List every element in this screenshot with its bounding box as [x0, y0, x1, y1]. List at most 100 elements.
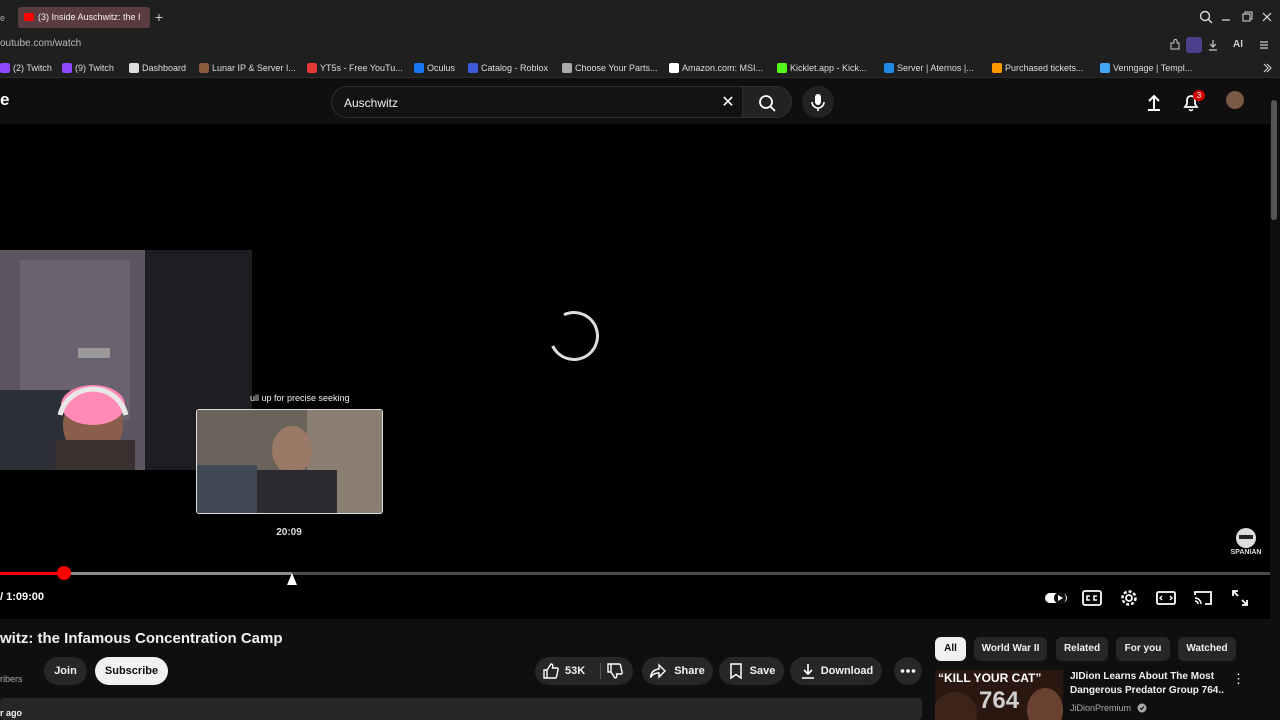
dashboard-icon: [129, 63, 139, 73]
cast-icon[interactable]: [1192, 587, 1214, 609]
description-box[interactable]: [0, 698, 922, 720]
bookmark-item[interactable]: (2) Twitch: [0, 61, 52, 75]
downloads-icon[interactable]: [1205, 37, 1221, 53]
thumbs-up-icon: [543, 663, 559, 679]
search-input[interactable]: [344, 94, 704, 112]
more-actions-button[interactable]: [894, 657, 922, 685]
captions-icon[interactable]: [1081, 587, 1103, 609]
subscriber-count: ribers: [0, 674, 23, 684]
video-player[interactable]: ull up for precise seeking 20:09 SPANIAN…: [0, 124, 1270, 619]
active-tab[interactable]: (3) Inside Auschwitz: the I: [18, 7, 150, 28]
save-button[interactable]: Save: [719, 657, 784, 685]
url-text[interactable]: outube.com/watch: [0, 38, 81, 49]
venngage-icon: [1100, 63, 1110, 73]
bookmark-item[interactable]: Purchased tickets...: [992, 61, 1084, 75]
preview-timestamp: 20:09: [276, 527, 302, 538]
download-label: Download: [820, 665, 874, 677]
subscribe-button[interactable]: Subscribe: [95, 657, 168, 685]
share-button[interactable]: Share: [642, 657, 713, 685]
like-divider: [600, 663, 601, 679]
dislike-button[interactable]: [606, 662, 624, 680]
settings-gear-icon[interactable]: [1118, 587, 1140, 609]
bookmark-item[interactable]: Kicklet.app - Kick...: [777, 61, 867, 75]
ai-label: AI: [1233, 39, 1243, 50]
voice-search-button[interactable]: [802, 86, 834, 118]
roblox-icon: [468, 63, 478, 73]
recommendation-menu-icon[interactable]: ⋮: [1232, 671, 1245, 687]
bookmark-item[interactable]: Dashboard: [129, 61, 186, 75]
chip-related[interactable]: Related: [1056, 637, 1108, 661]
chip-all[interactable]: All: [935, 637, 966, 661]
chip-for-you[interactable]: For you: [1116, 637, 1170, 661]
fullscreen-icon[interactable]: [1229, 587, 1251, 609]
amazon-icon: [669, 63, 679, 73]
tab-fragment[interactable]: e: [0, 8, 14, 28]
minimize-icon[interactable]: [1218, 9, 1234, 25]
watermark-face-icon: [1236, 528, 1256, 548]
upload-time: r ago: [0, 708, 23, 718]
bookmark-item[interactable]: Server | Aternos |...: [884, 61, 974, 75]
search-button[interactable]: [742, 86, 792, 118]
recommendation-title[interactable]: JIDion Learns About The Most Dangerous P…: [1070, 670, 1230, 698]
tickets-icon: [992, 63, 1002, 73]
bookmark-item[interactable]: Amazon.com: MSI...: [669, 61, 763, 75]
watermark-label: SPANIAN: [1230, 549, 1262, 556]
bookmarks-overflow-icon[interactable]: [1262, 61, 1272, 75]
aternos-icon: [884, 63, 894, 73]
theater-mode-icon[interactable]: [1155, 587, 1177, 609]
join-button[interactable]: Join: [44, 657, 87, 685]
chip-watched[interactable]: Watched: [1178, 637, 1236, 661]
restore-icon[interactable]: [1239, 9, 1255, 25]
search-box[interactable]: ✕: [331, 86, 742, 118]
thumbnail-caption: “KILL YOUR CAT”: [938, 671, 1042, 685]
bookmark-item[interactable]: Catalog - Roblox: [468, 61, 548, 75]
bookmarks-bar: (2) Twitch (9) Twitch Dashboard Lunar IP…: [0, 56, 1280, 78]
share-icon: [649, 662, 667, 680]
progress-scrubber[interactable]: [56, 566, 71, 580]
recommendation-channel[interactable]: JiDionPremium: [1070, 703, 1147, 713]
active-tab-title: (3) Inside Auschwitz: the I: [38, 12, 141, 22]
youtube-header: e ✕ 3: [0, 78, 1280, 124]
upload-icon[interactable]: [1142, 90, 1166, 114]
like-count: 53K: [565, 665, 586, 677]
clear-search-icon[interactable]: ✕: [718, 93, 738, 113]
chip-world-war-ii[interactable]: World War II: [974, 637, 1047, 661]
search-tabs-icon[interactable]: [1198, 9, 1214, 25]
bookmark-item[interactable]: Venngage | Templ...: [1100, 61, 1192, 75]
youtube-favicon-icon: [24, 13, 34, 21]
loading-spinner-icon: [541, 303, 607, 369]
extension-active-icon[interactable]: [1186, 37, 1202, 53]
microphone-icon: [811, 94, 825, 111]
new-tab-button[interactable]: +: [152, 8, 166, 26]
like-button[interactable]: [542, 662, 560, 680]
bookmark-item[interactable]: Choose Your Parts...: [562, 61, 658, 75]
mouse-cursor-icon: [287, 573, 297, 585]
autoplay-toggle-icon[interactable]: [1044, 587, 1067, 609]
browser-tab-bar: e (3) Inside Auschwitz: the I +: [0, 0, 1280, 34]
lunar-icon: [199, 63, 209, 73]
parts-icon: [562, 63, 572, 73]
extension-puzzle-icon[interactable]: [1167, 37, 1183, 53]
like-dislike-group: 53K: [535, 657, 633, 685]
bookmark-item[interactable]: (9) Twitch: [62, 61, 114, 75]
page-scrollbar[interactable]: [1271, 100, 1277, 220]
avatar[interactable]: [1226, 91, 1244, 109]
notification-count-badge: 3: [1193, 90, 1205, 101]
download-button[interactable]: Download: [790, 657, 882, 685]
browser-menu-icon[interactable]: [1256, 37, 1272, 53]
seek-hint-text: ull up for precise seeking: [250, 393, 350, 403]
ai-extension-icon[interactable]: AI: [1226, 37, 1250, 53]
thumbs-down-icon: [607, 663, 623, 679]
recommendation-thumbnail[interactable]: “KILL YOUR CAT” 764: [935, 670, 1063, 720]
yt5s-icon: [307, 63, 317, 73]
bookmark-item[interactable]: Oculus: [414, 61, 455, 75]
oculus-icon: [414, 63, 424, 73]
youtube-logo[interactable]: e: [0, 90, 9, 110]
more-horizontal-icon: [894, 657, 922, 685]
bookmark-item[interactable]: Lunar IP & Server I...: [199, 61, 296, 75]
close-window-icon[interactable]: [1259, 9, 1275, 25]
channel-watermark[interactable]: SPANIAN: [1229, 527, 1263, 559]
bookmark-item[interactable]: YT5s - Free YouTu...: [307, 61, 403, 75]
address-bar[interactable]: outube.com/watch AI: [0, 34, 1280, 56]
kicklet-icon: [777, 63, 787, 73]
